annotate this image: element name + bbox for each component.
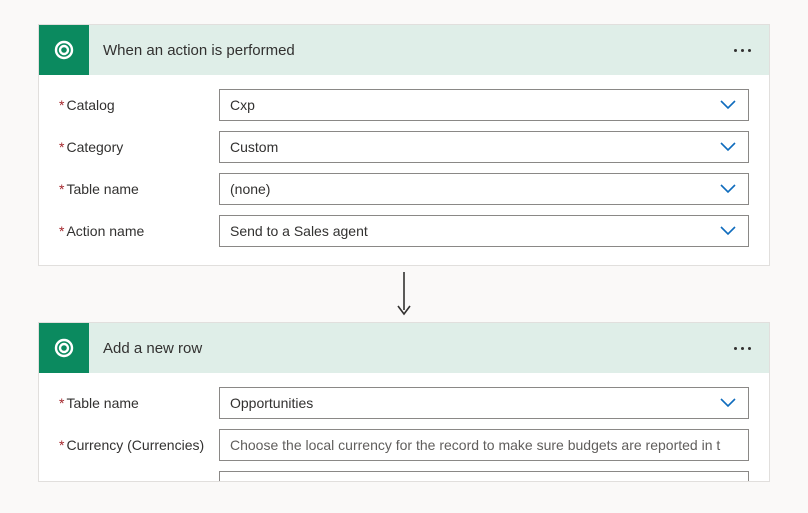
flow-arrow bbox=[32, 266, 776, 322]
table-name-value: (none) bbox=[230, 181, 270, 197]
chevron-down-icon bbox=[720, 142, 736, 152]
dataverse-icon bbox=[39, 25, 89, 75]
trigger-card: When an action is performed *Catalog Cxp… bbox=[38, 24, 770, 266]
trigger-card-title: When an action is performed bbox=[89, 42, 734, 59]
currency-input[interactable]: Choose the local currency for the record… bbox=[219, 429, 749, 461]
action-card-body: *Table name Opportunities *Currency (Cur… bbox=[39, 373, 769, 482]
more-menu-button[interactable] bbox=[734, 347, 751, 350]
trigger-card-body: *Catalog Cxp *Category Custom *Table nam… bbox=[39, 75, 769, 265]
currency-row: *Currency (Currencies) Choose the local … bbox=[59, 429, 749, 461]
chevron-down-icon bbox=[720, 100, 736, 110]
chevron-down-icon bbox=[720, 184, 736, 194]
table-name-row-2: *Table name Opportunities bbox=[59, 387, 749, 419]
chevron-down-icon bbox=[720, 398, 736, 408]
catalog-select[interactable]: Cxp bbox=[219, 89, 749, 121]
catalog-label: *Catalog bbox=[59, 97, 219, 113]
currency-label: *Currency (Currencies) bbox=[59, 437, 219, 453]
action-card-header[interactable]: Add a new row bbox=[39, 323, 769, 373]
table-name-value-2: Opportunities bbox=[230, 395, 313, 411]
action-name-select[interactable]: Send to a Sales agent bbox=[219, 215, 749, 247]
topic-row: *Topic bbox=[59, 471, 749, 482]
topic-label: *Topic bbox=[59, 479, 219, 482]
table-name-select[interactable]: (none) bbox=[219, 173, 749, 205]
action-name-row: *Action name Send to a Sales agent bbox=[59, 215, 749, 247]
table-name-label-2: *Table name bbox=[59, 395, 219, 411]
table-name-label: *Table name bbox=[59, 181, 219, 197]
table-name-row: *Table name (none) bbox=[59, 173, 749, 205]
more-menu-button[interactable] bbox=[734, 49, 751, 52]
category-select[interactable]: Custom bbox=[219, 131, 749, 163]
action-name-value: Send to a Sales agent bbox=[230, 223, 368, 239]
catalog-row: *Catalog Cxp bbox=[59, 89, 749, 121]
table-name-select-2[interactable]: Opportunities bbox=[219, 387, 749, 419]
action-name-label: *Action name bbox=[59, 223, 219, 239]
trigger-card-header[interactable]: When an action is performed bbox=[39, 25, 769, 75]
catalog-value: Cxp bbox=[230, 97, 255, 113]
category-label: *Category bbox=[59, 139, 219, 155]
currency-placeholder: Choose the local currency for the record… bbox=[230, 437, 720, 453]
chevron-down-icon bbox=[720, 226, 736, 236]
dataverse-icon bbox=[39, 323, 89, 373]
action-card-title: Add a new row bbox=[89, 340, 734, 357]
action-card: Add a new row *Table name Opportunities … bbox=[38, 322, 770, 482]
category-row: *Category Custom bbox=[59, 131, 749, 163]
topic-input[interactable] bbox=[219, 471, 749, 482]
category-value: Custom bbox=[230, 139, 278, 155]
